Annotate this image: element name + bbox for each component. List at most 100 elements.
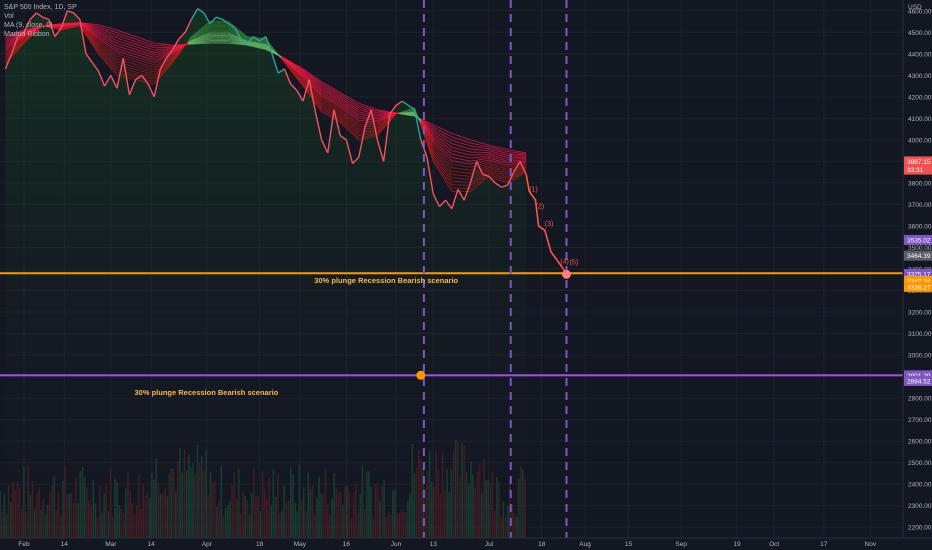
ribbon-segment	[501, 151, 505, 154]
ribbon-segment	[467, 166, 471, 168]
ribbon-segment	[135, 51, 139, 54]
ribbon-segment	[104, 26, 108, 28]
ribbon-segment	[203, 39, 207, 41]
ribbon-segment	[445, 130, 449, 133]
time-tick-label: Apr	[202, 541, 213, 548]
ribbon-segment	[116, 35, 121, 37]
ribbon-segment	[132, 68, 136, 70]
ribbon-segment	[160, 55, 164, 58]
time-axis[interactable]: Feb 14 Mar 14 Apr 18 May 16 Jun 13 Jul 18 Aug 15 Sep 19…	[0, 537, 932, 550]
ribbon-segment	[135, 63, 139, 66]
ribbon-segment	[464, 146, 468, 149]
ribbon-segment	[464, 162, 468, 165]
legend-volume[interactable]: Vol	[4, 12, 77, 21]
ribbon-segment	[374, 114, 378, 117]
ribbon-segment	[141, 50, 146, 53]
ribbon-segment	[113, 53, 118, 58]
legend-ribbon[interactable]: Madrid Ribbon	[4, 30, 77, 39]
ribbon-segment	[457, 158, 462, 160]
ribbon-segment	[138, 64, 142, 67]
ribbon-segment	[522, 164, 527, 167]
ribbon-segment	[123, 47, 127, 50]
ribbon-segment	[138, 47, 142, 50]
price-axis[interactable]: USD2200.002300.002400.002500.002600.0027…	[902, 0, 932, 550]
ribbon-segment	[479, 165, 483, 168]
ribbon-segment	[510, 163, 514, 166]
ribbon-segment	[364, 112, 369, 115]
ribbon-segment	[163, 51, 167, 54]
ribbon-segment	[491, 171, 496, 174]
ribbon-segment	[132, 45, 136, 48]
ribbon-segment	[126, 32, 130, 35]
legend-ma[interactable]: MA (9, close, 0)	[4, 21, 77, 30]
scenario-annotation[interactable]: 30% plunge Recession Bearish scenario	[314, 276, 458, 285]
ribbon-segment	[98, 24, 102, 27]
ribbon-segment	[491, 149, 496, 151]
ribbon-segment	[126, 56, 130, 59]
ribbon-segment	[392, 111, 397, 114]
ribbon-segment	[504, 150, 508, 152]
ribbon-segment	[126, 61, 130, 64]
ribbon-segment	[166, 51, 170, 54]
time-tick-label: 13	[430, 541, 438, 548]
ribbon-segment	[501, 178, 505, 181]
ribbon-segment	[482, 162, 487, 165]
ribbon-segment	[132, 75, 136, 78]
marker-point[interactable]	[562, 269, 571, 279]
ribbon-segment	[445, 154, 450, 158]
ribbon-segment	[368, 134, 372, 137]
ribbon-segment	[470, 160, 474, 162]
ribbon-segment	[457, 164, 462, 167]
ribbon-segment	[135, 43, 139, 46]
ribbon-segment	[371, 132, 375, 134]
ribbon-segment	[436, 130, 440, 134]
ribbon-segment	[116, 48, 121, 51]
legend-symbol[interactable]: S&P 500 Index, 1D, SP	[4, 3, 77, 12]
ribbon-segment	[119, 43, 124, 46]
ribbon-segment	[467, 163, 471, 165]
ribbon-segment	[119, 38, 124, 41]
price-tick-label: 4000.00	[908, 137, 932, 144]
marker-point[interactable]	[416, 370, 426, 380]
ribbon-segment	[374, 109, 378, 112]
ribbon-segment	[454, 150, 459, 153]
ribbon-segment	[510, 149, 514, 152]
ribbon-segment	[113, 48, 118, 52]
ribbon-segment	[498, 169, 502, 172]
ribbon-segment	[160, 57, 164, 60]
ribbon-segment	[495, 157, 499, 160]
ribbon-segment	[495, 174, 499, 177]
ribbon-segment	[104, 30, 108, 33]
ribbon-segment	[495, 151, 499, 154]
ribbon-segment	[123, 39, 127, 42]
ribbon-segment	[460, 152, 465, 154]
ribbon-segment	[364, 133, 369, 136]
ribbon-segment	[157, 58, 161, 62]
ribbon-segment	[491, 156, 496, 159]
ribbon-segment	[482, 166, 487, 169]
ribbon-segment	[445, 145, 449, 149]
ribbon-segment	[355, 109, 360, 113]
ribbon-segment	[495, 153, 499, 156]
scenario-annotation[interactable]: 30% plunge Recession Bearish scenario	[135, 388, 279, 397]
ribbon-segment	[498, 156, 502, 159]
ribbon-segment	[439, 129, 443, 133]
ribbon-segment	[104, 36, 108, 39]
ribbon-segment	[160, 53, 164, 56]
ribbon-segment	[95, 29, 99, 32]
ribbon-segment	[129, 36, 133, 39]
ribbon-segment	[361, 105, 366, 108]
ribbon-segment	[461, 155, 465, 158]
ribbon-segment	[451, 136, 456, 139]
ribbon-segment	[501, 163, 505, 165]
ribbon-segment	[358, 134, 362, 137]
ribbon-segment	[144, 59, 149, 61]
time-tick-label: Jun	[391, 541, 402, 548]
ribbon-segment	[454, 160, 459, 163]
chart-legend[interactable]: S&P 500 Index, 1D, SP Vol MA (9, close, …	[4, 3, 77, 39]
chart-canvas[interactable]: (1)(2)(3)(4) (5) USD2200.002300.002400.00…	[0, 0, 932, 550]
ribbon-segment	[119, 33, 124, 36]
ribbon-segment	[461, 162, 465, 164]
ribbon-segment	[113, 33, 118, 36]
ribbon-segment	[522, 163, 527, 166]
